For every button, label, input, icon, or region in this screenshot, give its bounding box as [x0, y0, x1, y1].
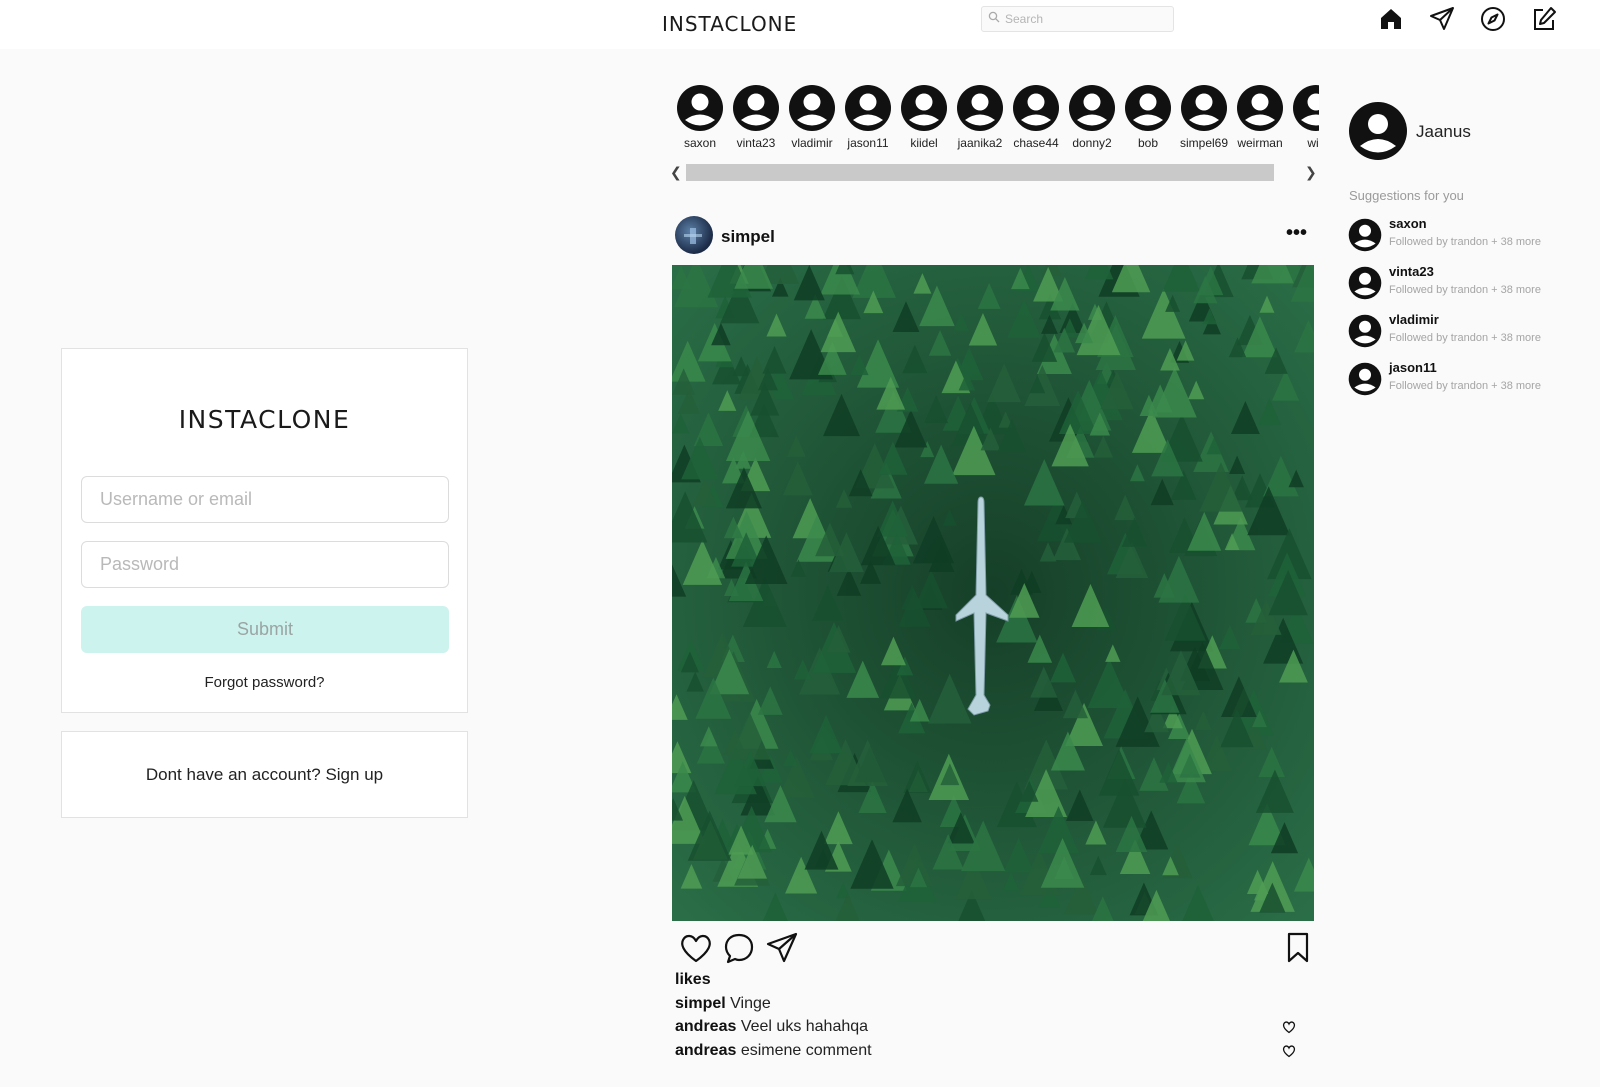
story-item[interactable]: saxon [672, 84, 728, 150]
explore-compass-icon[interactable] [1480, 6, 1506, 32]
bookmark-icon[interactable] [1281, 931, 1315, 965]
suggestions-title: Suggestions for you [1349, 188, 1464, 203]
comment-text: Veel uks hahahqa [740, 1018, 869, 1035]
more-options-icon[interactable]: ••• [1286, 222, 1307, 245]
story-username: bob [1137, 136, 1159, 150]
story-avatar[interactable] [1180, 84, 1228, 132]
comment-like-heart-icon[interactable] [1282, 1020, 1296, 1034]
share-send-icon[interactable] [765, 931, 799, 965]
new-post-icon[interactable] [1531, 6, 1557, 32]
comment-bubble-icon[interactable] [722, 931, 756, 965]
search-icon [988, 10, 1000, 28]
likes-count: likes [675, 971, 711, 988]
story-item[interactable]: weirman [1232, 84, 1288, 150]
login-card: INSTACLONE Submit Forgot password? [61, 348, 468, 713]
story-item[interactable]: jaanika2 [952, 84, 1008, 150]
direct-send-icon[interactable] [1429, 6, 1455, 32]
story-item[interactable]: bob [1120, 84, 1176, 150]
post-author-avatar[interactable] [675, 216, 713, 254]
username-field[interactable] [81, 476, 449, 523]
suggestion-avatar[interactable] [1348, 266, 1382, 300]
post-author-username[interactable]: simpel [721, 227, 775, 247]
story-avatar[interactable] [844, 84, 892, 132]
comment-text: esimene comment [740, 1042, 872, 1059]
top-navbar: INSTACLONE [0, 0, 1600, 49]
story-username: vladimir [791, 136, 833, 150]
search-bar[interactable] [981, 6, 1174, 32]
story-username: wis [1307, 136, 1319, 150]
comment-username[interactable]: andreas [675, 1018, 736, 1035]
suggestion-username[interactable]: vinta23 [1389, 264, 1434, 279]
suggestion-followed-by: Followed by trandon + 38 more [1389, 236, 1541, 248]
story-avatar[interactable] [1068, 84, 1116, 132]
signup-link[interactable]: Dont have an account? Sign up [146, 765, 383, 785]
stories-strip[interactable]: saxon vinta23 vladimir jason11 kiidel jaanika… [672, 84, 1319, 156]
stories-scrollbar[interactable] [686, 164, 1274, 181]
story-username: vinta23 [736, 136, 776, 150]
story-avatar[interactable] [1236, 84, 1284, 132]
story-item[interactable]: simpel69 [1176, 84, 1232, 150]
story-username: chase44 [1013, 136, 1059, 150]
story-username: donny2 [1072, 136, 1112, 150]
brand-logo[interactable]: INSTACLONE [662, 12, 797, 36]
password-field[interactable] [81, 541, 449, 588]
signup-card: Dont have an account? Sign up [61, 731, 468, 818]
post-caption: simpel Vinge [675, 995, 771, 1013]
forgot-password-link[interactable]: Forgot password? [62, 674, 467, 691]
home-icon[interactable] [1378, 6, 1404, 32]
story-username: saxon [683, 136, 717, 150]
suggestion-item[interactable]: saxon Followed by trandon + 38 more [1348, 216, 1588, 256]
submit-button[interactable]: Submit [81, 606, 449, 653]
suggestion-followed-by: Followed by trandon + 38 more [1389, 380, 1541, 392]
story-item[interactable]: chase44 [1008, 84, 1064, 150]
suggestion-avatar[interactable] [1348, 362, 1382, 396]
suggestion-followed-by: Followed by trandon + 38 more [1389, 332, 1541, 344]
comment-row: andreas Veel uks hahahqa [675, 1018, 868, 1036]
post-image[interactable] [672, 265, 1314, 921]
login-brand-title: INSTACLONE [178, 405, 351, 434]
comment-username[interactable]: andreas [675, 1042, 736, 1059]
story-avatar[interactable] [732, 84, 780, 132]
story-username: jason11 [847, 136, 889, 150]
like-heart-icon[interactable] [679, 931, 713, 965]
suggestion-avatar[interactable] [1348, 314, 1382, 348]
suggestion-item[interactable]: vinta23 Followed by trandon + 38 more [1348, 264, 1588, 304]
story-username: kiidel [910, 136, 938, 150]
suggestion-item[interactable]: vladimir Followed by trandon + 38 more [1348, 312, 1588, 352]
scroll-left-arrow-icon[interactable]: ❮ [670, 164, 682, 181]
story-avatar[interactable] [1012, 84, 1060, 132]
story-item[interactable]: vinta23 [728, 84, 784, 150]
suggestion-username[interactable]: vladimir [1389, 312, 1439, 327]
scroll-right-arrow-icon[interactable]: ❯ [1305, 164, 1317, 181]
caption-username[interactable]: simpel [675, 995, 726, 1012]
current-user-avatar[interactable] [1348, 101, 1408, 161]
suggestion-username[interactable]: jason11 [1389, 360, 1437, 375]
story-avatar[interactable] [788, 84, 836, 132]
story-avatar[interactable] [1292, 84, 1319, 132]
story-avatar[interactable] [676, 84, 724, 132]
story-item[interactable]: kiidel [896, 84, 952, 150]
story-item[interactable]: wis [1288, 84, 1319, 150]
story-avatar[interactable] [900, 84, 948, 132]
comment-like-heart-icon[interactable] [1282, 1044, 1296, 1058]
suggestion-username[interactable]: saxon [1389, 216, 1427, 231]
story-username: weirman [1237, 136, 1283, 150]
suggestion-followed-by: Followed by trandon + 38 more [1389, 284, 1541, 296]
search-input[interactable] [1005, 12, 1165, 26]
current-user-name[interactable]: Jaanus [1416, 122, 1471, 142]
story-item[interactable]: donny2 [1064, 84, 1120, 150]
story-username: simpel69 [1179, 136, 1229, 150]
story-avatar[interactable] [956, 84, 1004, 132]
suggestion-avatar[interactable] [1348, 218, 1382, 252]
story-username: jaanika2 [957, 136, 1003, 150]
story-item[interactable]: vladimir [784, 84, 840, 150]
story-avatar[interactable] [1124, 84, 1172, 132]
comment-row: andreas esimene comment [675, 1042, 872, 1060]
suggestion-item[interactable]: jason11 Followed by trandon + 38 more [1348, 360, 1588, 400]
story-item[interactable]: jason11 [840, 84, 896, 150]
caption-text: Vinge [730, 995, 771, 1012]
